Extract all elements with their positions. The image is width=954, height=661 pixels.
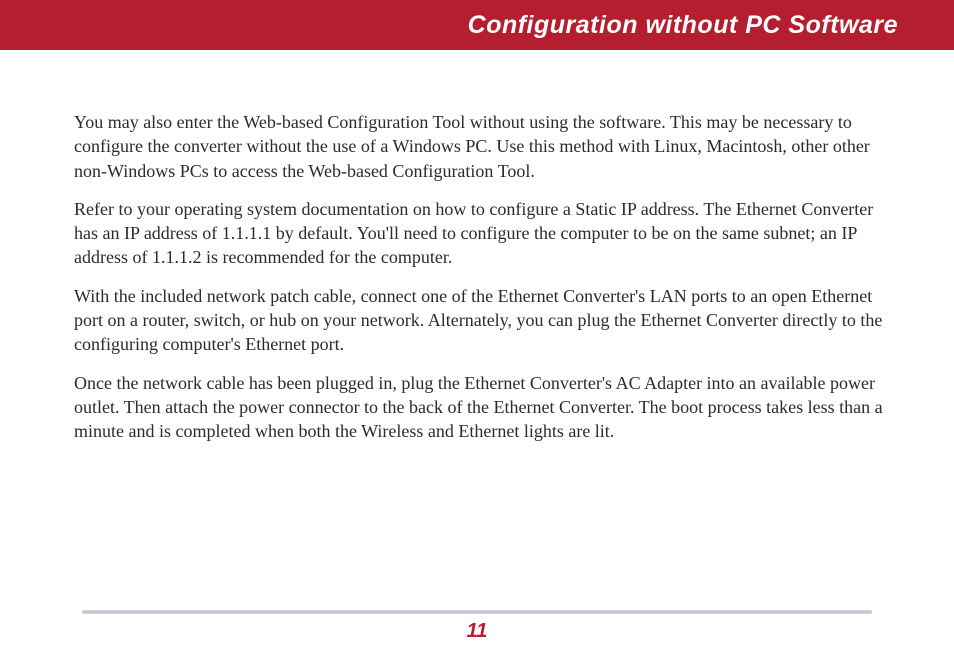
page-title: Configuration without PC Software [468,11,898,40]
footer-divider [82,610,872,614]
footer: 11 [0,610,954,643]
content-area: You may also enter the Web-based Configu… [0,50,954,444]
body-paragraph: Refer to your operating system documenta… [74,197,884,270]
body-paragraph: With the included network patch cable, c… [74,284,884,357]
page-number: 11 [467,620,488,643]
body-paragraph: Once the network cable has been plugged … [74,371,884,444]
header-bar: Configuration without PC Software [0,0,954,50]
body-paragraph: You may also enter the Web-based Configu… [74,110,884,183]
